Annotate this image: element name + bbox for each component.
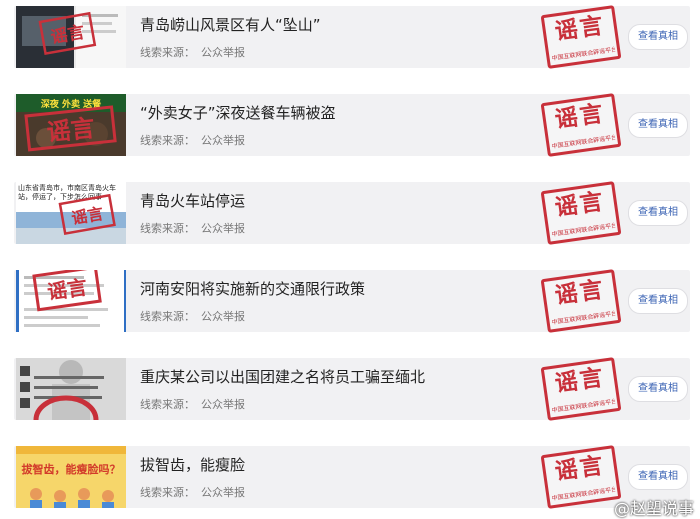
- thumbnail: 谣言: [16, 270, 126, 332]
- stamp-text: 谣言: [553, 100, 607, 134]
- rumor-title[interactable]: 河南安阳将实施新的交通限行政策: [140, 278, 365, 299]
- source-label: 线索来源：: [140, 134, 195, 147]
- stamp-subtext: 中国互联网联合辟谣平台: [551, 46, 616, 63]
- view-truth-button[interactable]: 查看真相: [628, 464, 688, 490]
- view-truth-button[interactable]: 查看真相: [628, 376, 688, 402]
- source-value: 公众举报: [201, 134, 245, 147]
- rumor-title[interactable]: 青岛火车站停运: [140, 190, 245, 211]
- stamp-subtext: 中国互联网联合辟谣平台: [551, 310, 616, 327]
- source-value: 公众举报: [201, 310, 245, 323]
- source-label: 线索来源：: [140, 398, 195, 411]
- rumor-stamp: 谣言 中国互联网联合辟谣平台: [540, 445, 622, 509]
- thumbnail: 山东省青岛市，市南区青岛火车站，停运了，下步怎么回事 谣言: [16, 182, 126, 244]
- source-label: 线索来源：: [140, 486, 195, 499]
- thumbnail: [16, 358, 126, 420]
- rumor-stamp: 谣言 中国互联网联合辟谣平台: [540, 269, 622, 333]
- source-line: 线索来源： 公众举报: [140, 44, 251, 60]
- source-line: 线索来源： 公众举报: [140, 132, 251, 148]
- watermark: @赵塱说事: [613, 499, 694, 518]
- source-label: 线索来源：: [140, 222, 195, 235]
- source-value: 公众举报: [201, 46, 245, 59]
- source-value: 公众举报: [201, 222, 245, 235]
- rumor-title[interactable]: 重庆某公司以出国团建之名将员工骗至缅北: [140, 366, 425, 387]
- stamp-text: 谣言: [553, 364, 607, 398]
- source-line: 线索来源： 公众举报: [140, 484, 251, 500]
- stamp-text: 谣言: [553, 12, 607, 46]
- rumor-card[interactable]: 谣言 青岛崂山风景区有人“坠山” 线索来源： 公众举报 谣言 中国互联网联合辟谣平台…: [14, 5, 690, 69]
- svg-text:谣言: 谣言: [45, 114, 96, 147]
- source-line: 线索来源： 公众举报: [140, 396, 251, 412]
- stamp-text: 谣言: [553, 452, 607, 486]
- rumor-title[interactable]: 青岛崂山风景区有人“坠山”: [140, 14, 321, 35]
- view-truth-button[interactable]: 查看真相: [628, 24, 688, 50]
- thumbnail: 深夜 外卖 送餐 谣言: [16, 94, 126, 156]
- source-label: 线索来源：: [140, 46, 195, 59]
- rumor-card[interactable]: 拔智齿，能瘦脸吗？ 拔智齿，能瘦脸 线索来源： 公众举报 谣言 中国互联网联合辟谣平…: [14, 445, 690, 509]
- stamp-subtext: 中国互联网联合辟谣平台: [551, 486, 616, 503]
- thumbnail-caption: 拔智齿，能瘦脸吗？: [22, 462, 121, 476]
- thumbnail: 谣言: [16, 6, 126, 68]
- source-value: 公众举报: [201, 486, 245, 499]
- view-truth-button[interactable]: 查看真相: [628, 112, 688, 138]
- stamp-subtext: 中国互联网联合辟谣平台: [551, 398, 616, 415]
- rumor-stamp: 谣言 中国互联网联合辟谣平台: [540, 93, 622, 157]
- view-truth-button[interactable]: 查看真相: [628, 200, 688, 226]
- rumor-card[interactable]: 山东省青岛市，市南区青岛火车站，停运了，下步怎么回事 谣言 青岛火车站停运 线索…: [14, 181, 690, 245]
- thumbnail: 拔智齿，能瘦脸吗？: [16, 446, 126, 508]
- rumor-stamp: 谣言 中国互联网联合辟谣平台: [540, 357, 622, 421]
- rumor-card[interactable]: 深夜 外卖 送餐 谣言 “外卖女子”深夜送餐车辆被盗 线索来源： 公众举报 谣言中…: [14, 93, 690, 157]
- source-value: 公众举报: [201, 398, 245, 411]
- stamp-text: 谣言: [553, 276, 607, 310]
- stamp-text: 谣言: [553, 188, 607, 222]
- rumor-stamp: 谣言 中国互联网联合辟谣平台: [540, 181, 622, 245]
- rumor-title[interactable]: “外卖女子”深夜送餐车辆被盗: [140, 102, 336, 123]
- rumor-card[interactable]: 谣言 河南安阳将实施新的交通限行政策 线索来源： 公众举报 谣言 中国互联网联合辟谣…: [14, 269, 690, 333]
- rumor-stamp: 谣言 中国互联网联合辟谣平台: [540, 5, 622, 69]
- stamp-subtext: 中国互联网联合辟谣平台: [551, 134, 616, 151]
- source-line: 线索来源： 公众举报: [140, 220, 251, 236]
- rumor-card[interactable]: 重庆某公司以出国团建之名将员工骗至缅北 线索来源： 公众举报 谣言 中国互联网联合辟…: [14, 357, 690, 421]
- view-truth-button[interactable]: 查看真相: [628, 288, 688, 314]
- source-label: 线索来源：: [140, 310, 195, 323]
- stamp-subtext: 中国互联网联合辟谣平台: [551, 222, 616, 239]
- rumor-title[interactable]: 拔智齿，能瘦脸: [140, 454, 245, 475]
- source-line: 线索来源： 公众举报: [140, 308, 251, 324]
